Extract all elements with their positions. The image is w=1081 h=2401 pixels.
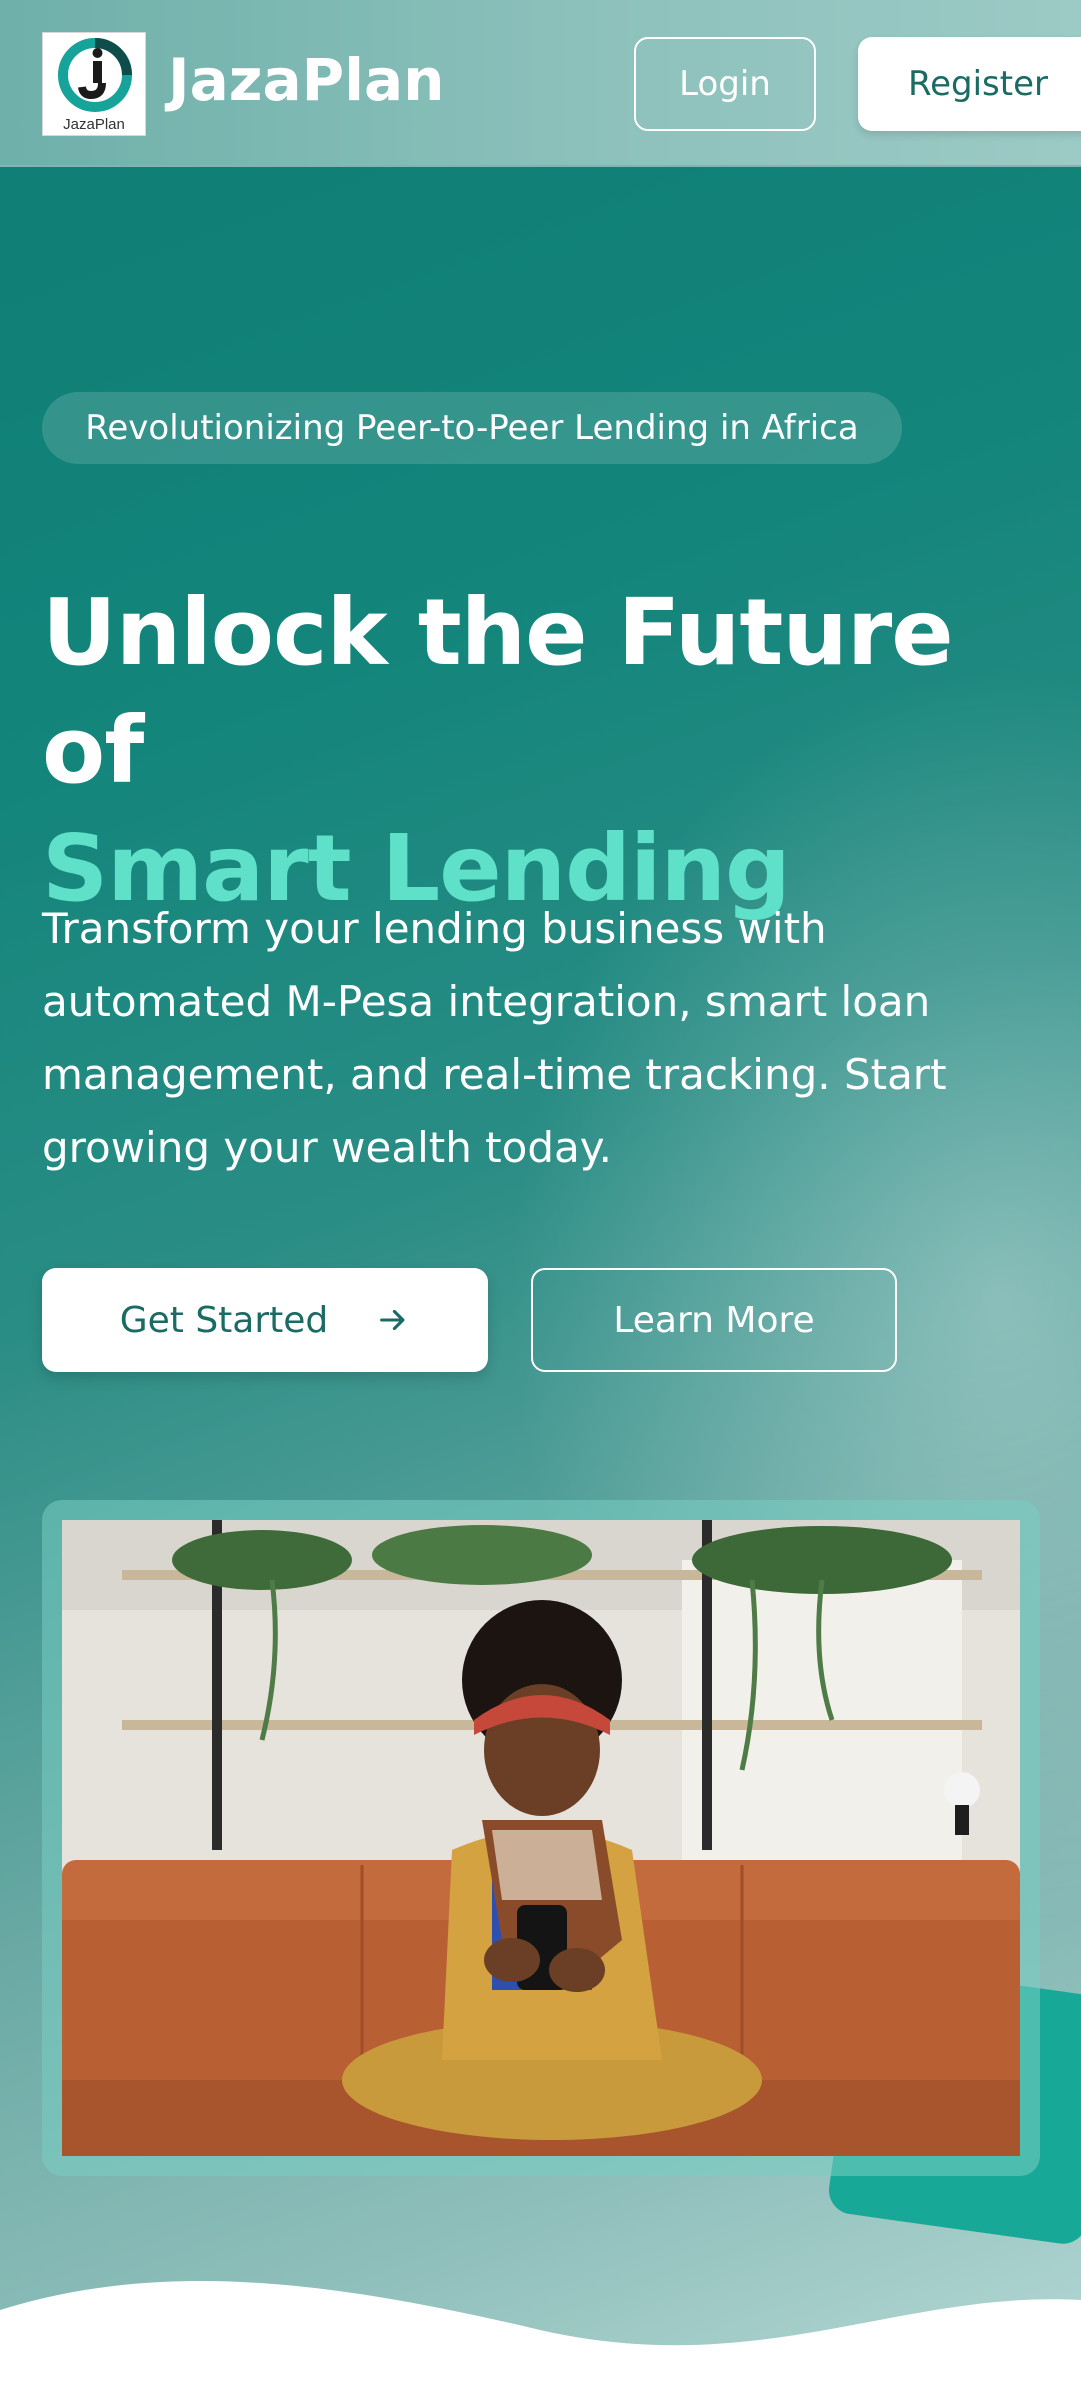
hero-badge: Revolutionizing Peer-to-Peer Lending in … [42, 392, 902, 464]
logo-mark-icon [58, 38, 132, 112]
section-wave-divider [0, 2281, 1081, 2401]
brand-name[interactable]: JazaPlan [168, 46, 444, 114]
learn-more-button[interactable]: Learn More [531, 1268, 897, 1372]
hero-image [62, 1520, 1020, 2156]
brand-logo[interactable]: JazaPlan [42, 32, 146, 136]
headline-line-1: Unlock the Future of [42, 579, 954, 804]
register-button[interactable]: Register [858, 37, 1081, 131]
hero-headline: Unlock the Future of Smart Lending [42, 574, 1062, 928]
landing-page: JazaPlan JazaPlan Login Register Revolut… [0, 0, 1081, 2401]
login-button[interactable]: Login [634, 37, 816, 131]
logo-wordmark: JazaPlan [63, 116, 125, 133]
arrow-right-icon [380, 1309, 405, 1331]
woman-on-sofa-illustration [62, 1520, 1020, 2156]
get-started-button[interactable]: Get Started [42, 1268, 488, 1372]
top-navbar: JazaPlan JazaPlan Login Register [0, 0, 1081, 167]
get-started-label: Get Started [119, 1299, 329, 1341]
hero-description: Transform your lending business with aut… [42, 904, 947, 1172]
